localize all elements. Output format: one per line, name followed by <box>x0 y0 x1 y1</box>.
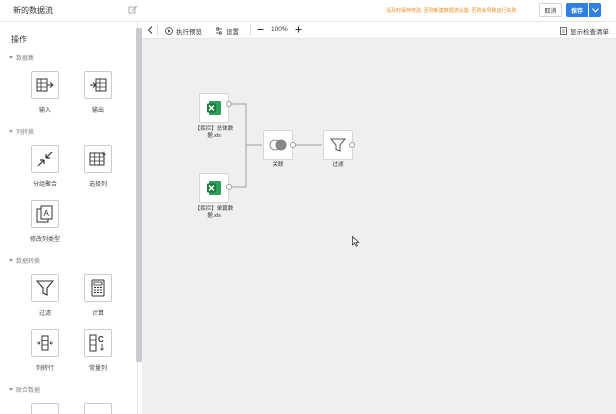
tool-group-aggregate[interactable]: 分组聚合 <box>15 145 75 197</box>
section-title: 数据转换 <box>16 259 41 265</box>
check-list-label: 显示检查清单 <box>570 29 609 36</box>
caret-down-icon <box>9 130 13 133</box>
caret-down-icon <box>9 259 13 262</box>
settings-sliders-icon <box>216 27 222 35</box>
tool-filter[interactable]: 过滤 <box>15 274 75 326</box>
section-dataset[interactable]: 数据集 <box>9 53 34 62</box>
node-source-total-data[interactable] <box>199 93 229 123</box>
show-check-list-button[interactable]: 显示检查清单 <box>560 26 609 36</box>
change-column-type-icon: A <box>31 200 59 228</box>
run-preview-label: 执行预览 <box>176 29 202 36</box>
section-data-transform[interactable]: 数据转换 <box>9 256 40 265</box>
excel-icon <box>207 181 221 195</box>
chevron-down-icon <box>591 7 599 13</box>
back-button[interactable] <box>147 26 153 34</box>
column-to-row-icon <box>31 329 59 357</box>
play-circle-icon <box>165 27 173 35</box>
edit-icon[interactable] <box>128 5 138 15</box>
chevron-left-icon <box>147 26 153 34</box>
output-port[interactable] <box>349 142 355 148</box>
node-join[interactable] <box>263 130 293 160</box>
tool-label: 输入 <box>38 108 51 114</box>
tool-label: 输出 <box>91 108 104 114</box>
tool-label: 修改列类型 <box>29 237 60 243</box>
constant-column-icon: C <box>84 329 112 357</box>
excel-icon <box>207 101 221 115</box>
svg-text:A: A <box>44 209 50 218</box>
operations-sidebar: 操作 数据集 输入 输出 列转换 分组聚合 选择列 A 修改列类型 数据转换 过… <box>0 22 138 414</box>
canvas-toolbar: 执行预览 设置 100% 显示检查清单 <box>142 22 616 39</box>
section-union-data[interactable]: 联合数据 <box>9 385 40 394</box>
mouse-cursor-icon <box>352 236 360 247</box>
tool-union-partial[interactable] <box>31 403 59 414</box>
page-title: 新的数据流 <box>13 6 53 15</box>
plus-icon <box>295 26 302 33</box>
checklist-icon <box>560 27 567 35</box>
filter-icon <box>31 274 59 302</box>
tool-label: 分组聚合 <box>32 182 57 188</box>
caret-down-icon <box>9 56 13 59</box>
output-port[interactable] <box>226 101 232 107</box>
section-title: 列转换 <box>16 130 35 136</box>
tool-change-column-type[interactable]: A 修改列类型 <box>15 200 75 252</box>
tool-label: 过滤 <box>38 311 51 317</box>
sidebar-heading: 操作 <box>11 35 27 44</box>
cancel-button[interactable]: 取消 <box>539 3 562 17</box>
settings-label: 设置 <box>226 29 239 36</box>
node-label: 【挥拦】总体数据.xls <box>194 126 234 139</box>
tool-label: 选择列 <box>88 182 107 188</box>
tool-join-partial[interactable] <box>84 403 112 414</box>
output-port[interactable] <box>226 184 232 190</box>
select-columns-icon <box>84 145 112 173</box>
caret-down-icon <box>9 388 13 391</box>
node-label: 关联 <box>272 162 284 168</box>
tool-label: 常量列 <box>88 366 107 372</box>
flow-canvas[interactable]: 【挥拦】总体数据.xls 【挥拦】单篇数据.xls 关联 过滤 <box>142 39 616 414</box>
section-title: 数据集 <box>16 56 35 62</box>
minus-icon <box>257 29 264 30</box>
tool-select-columns[interactable]: 选择列 <box>68 145 128 197</box>
divider <box>157 25 158 36</box>
tool-input[interactable]: 输入 <box>15 71 75 123</box>
group-aggregate-icon <box>31 145 59 173</box>
node-label: 过滤 <box>332 162 344 168</box>
section-title: 联合数据 <box>16 388 41 394</box>
divider <box>250 25 251 36</box>
save-dropdown-button[interactable] <box>589 3 601 17</box>
save-notice: 请及时保存修改, 否则新建数据流设置, 否则会导致运行失败 <box>386 8 517 14</box>
tool-output[interactable]: 输出 <box>68 71 128 123</box>
join-icon <box>269 139 287 151</box>
tool-calculate[interactable]: 计算 <box>68 274 128 326</box>
zoom-out-button[interactable] <box>257 23 264 33</box>
output-port[interactable] <box>290 142 296 148</box>
settings-button[interactable]: 设置 <box>215 26 239 36</box>
zoom-in-button[interactable] <box>295 26 302 33</box>
filter-icon <box>330 138 346 152</box>
tool-label: 列转行 <box>35 366 54 372</box>
calculator-icon <box>84 274 112 302</box>
section-column-transform[interactable]: 列转换 <box>9 127 34 136</box>
top-bar: 新的数据流 请及时保存修改, 否则新建数据流设置, 否则会导致运行失败 取消 保… <box>0 0 616 22</box>
node-source-single-data[interactable] <box>199 173 229 203</box>
svg-text:C: C <box>98 335 104 344</box>
zoom-level: 100% <box>271 26 288 33</box>
output-icon <box>84 71 112 99</box>
tool-label: 计算 <box>91 311 104 317</box>
node-label: 【挥拦】单篇数据.xls <box>194 206 234 219</box>
tool-constant-column[interactable]: C 常量列 <box>68 329 128 381</box>
run-preview-button[interactable]: 执行预览 <box>165 26 202 36</box>
tool-column-to-row[interactable]: 列转行 <box>15 329 75 381</box>
save-button[interactable]: 保存 <box>566 3 588 17</box>
input-icon <box>31 71 59 99</box>
